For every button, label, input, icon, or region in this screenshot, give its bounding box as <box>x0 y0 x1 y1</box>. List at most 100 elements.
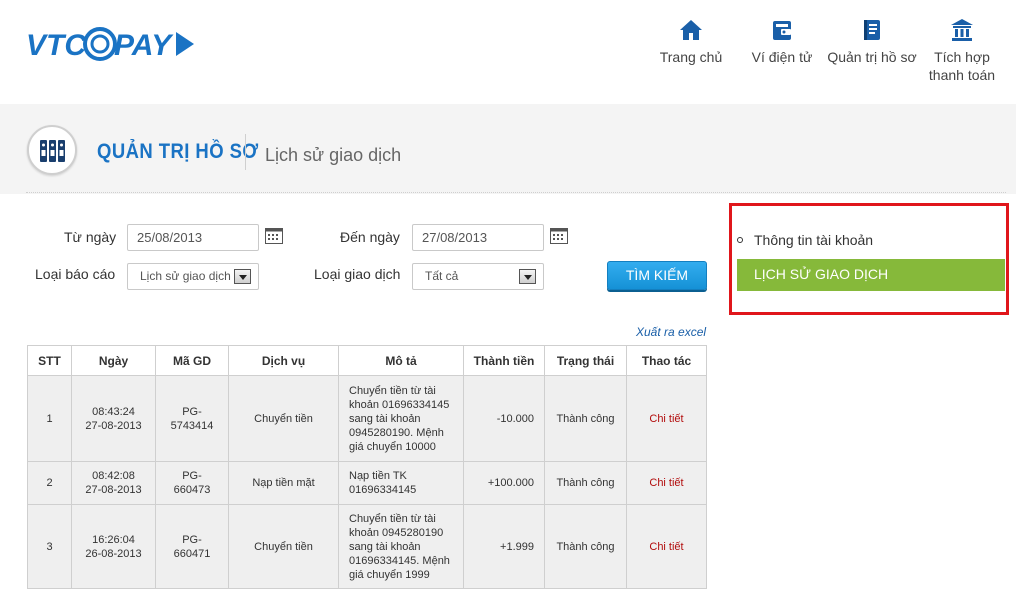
report-type-value: Lịch sử giao dịch <box>140 269 231 283</box>
nav-home[interactable]: Trang chủ <box>655 18 727 66</box>
cell-status: Thành công <box>544 461 627 505</box>
report-type-label: Loại báo cáo <box>35 266 116 282</box>
side-item-account-info[interactable]: Thông tin tài khoản <box>737 231 1007 251</box>
cell-day: 27-08-2013 <box>85 484 142 496</box>
col-header-amount: Thành tiền <box>463 345 545 376</box>
desc-line: 01696334145. Mệnh <box>349 554 450 567</box>
nav-integration[interactable]: Tích hợp thanh toán <box>923 18 1001 84</box>
cell-date: 08:43:24 27-08-2013 <box>71 375 156 462</box>
detail-link[interactable]: Chi tiết <box>626 375 707 462</box>
cell-amount: +1.999 <box>463 504 545 589</box>
desc-line: sang tài khoản <box>349 412 421 425</box>
desc-line: 01696334145 <box>349 484 417 496</box>
svg-text:VTC: VTC <box>26 29 87 62</box>
col-header-desc: Mô tả <box>338 345 464 376</box>
side-item-transaction-history[interactable]: LỊCH SỬ GIAO DỊCH <box>737 259 1005 291</box>
desc-line: giá chuyển 1999 <box>349 568 430 581</box>
bullet-icon <box>737 237 743 243</box>
binders-icon <box>40 140 65 162</box>
title-separator <box>245 134 246 170</box>
dotted-divider <box>26 192 1006 193</box>
cell-code-1: PG- <box>182 405 202 418</box>
cell-status: Thành công <box>544 504 627 589</box>
desc-line: sang tài khoản <box>349 540 421 553</box>
col-header-code: Mã GD <box>155 345 229 376</box>
desc-line: Nạp tiền TK <box>349 470 407 482</box>
from-date-input[interactable]: 25/08/2013 <box>127 224 259 251</box>
nav-profile[interactable]: Quản trị hồ sơ <box>823 18 921 66</box>
search-button[interactable]: TÌM KIẾM <box>607 261 707 290</box>
bank-icon <box>951 19 973 41</box>
calendar-icon[interactable] <box>265 227 283 244</box>
cell-date: 16:26:04 26-08-2013 <box>71 504 156 589</box>
chevron-down-icon[interactable] <box>234 269 251 284</box>
cell-service: Nạp tiền mặt <box>228 461 339 505</box>
wallet-icon <box>773 21 791 40</box>
cell-code-1: PG- <box>182 533 202 546</box>
svg-text:PAY: PAY <box>114 29 174 62</box>
table-header-row: STT Ngày Mã GD Dịch vụ Mô tả Thành tiền … <box>27 345 707 376</box>
cell-time: 08:42:08 <box>92 470 135 482</box>
cell-code: PG- 660473 <box>155 461 229 505</box>
cell-service: Chuyển tiền <box>228 375 339 462</box>
page-subtitle: Lịch sử giao dịch <box>265 145 402 165</box>
desc-line: Chuyển tiền từ tài <box>349 384 436 397</box>
cell-day: 26-08-2013 <box>85 547 142 560</box>
page-title: QUẢN TRỊ HỒ SƠ <box>97 140 259 163</box>
cell-code-1: PG- <box>182 470 202 482</box>
to-date-input[interactable]: 27/08/2013 <box>412 224 544 251</box>
cell-time: 08:43:24 <box>92 405 135 418</box>
cell-service: Chuyển tiền <box>228 504 339 589</box>
chevron-down-icon[interactable] <box>519 269 536 284</box>
cell-time: 16:26:04 <box>92 533 135 546</box>
export-excel-link[interactable]: Xuất ra excel <box>636 325 706 339</box>
profile-book-icon <box>864 20 880 40</box>
cell-status: Thành công <box>544 375 627 462</box>
cell-amount: -10.000 <box>463 375 545 462</box>
table-row: 2 08:42:08 27-08-2013 PG- 660473 Nạp tiề… <box>27 461 707 505</box>
tx-type-label: Loại giao dịch <box>314 266 401 282</box>
header: VTC PAY Trang chủ Ví điện tử Quản trị hồ… <box>0 0 1016 104</box>
detail-link[interactable]: Chi tiết <box>626 461 707 505</box>
nav-wallet[interactable]: Ví điện tử <box>748 18 816 66</box>
col-header-status: Trạng thái <box>544 345 627 376</box>
cell-code-2: 660471 <box>173 547 211 560</box>
cell-amount: +100.000 <box>463 461 545 505</box>
cell-stt: 1 <box>27 375 72 462</box>
desc-line: khoản 0945280190 <box>349 526 444 539</box>
cell-desc: Chuyển tiền từ tài khoản 0945280190 sang… <box>338 504 464 589</box>
col-header-stt: STT <box>27 345 72 376</box>
nav-integration-label-2: thanh toán <box>928 67 996 83</box>
cell-desc: Nạp tiền TK 01696334145 <box>338 461 464 505</box>
cell-desc: Chuyển tiền từ tài khoản 01696334145 san… <box>338 375 464 462</box>
cell-stt: 2 <box>27 461 72 505</box>
to-date-label: Đến ngày <box>340 229 400 245</box>
calendar-icon[interactable] <box>550 227 568 244</box>
col-header-action: Thao tác <box>626 345 707 376</box>
nav-home-label: Trang chủ <box>659 49 723 65</box>
tx-type-value: Tất cả <box>425 269 459 283</box>
title-bar: QUẢN TRỊ HỒ SƠ Lịch sử giao dịch <box>0 104 1016 194</box>
vtcpay-logo[interactable]: VTC PAY <box>26 22 196 66</box>
cell-code-2: 5743414 <box>170 419 214 432</box>
from-date-label: Từ ngày <box>64 229 117 245</box>
nav-profile-label: Quản trị hồ sơ <box>827 49 917 65</box>
table-row: 1 08:43:24 27-08-2013 PG- 5743414 Chuyển… <box>27 375 707 462</box>
col-header-service: Dịch vụ <box>228 345 339 376</box>
home-icon <box>680 20 702 40</box>
title-icon-circle <box>27 125 77 175</box>
detail-link[interactable]: Chi tiết <box>626 504 707 589</box>
side-item-account-info-label: Thông tin tài khoản <box>754 232 874 248</box>
nav-wallet-label: Ví điện tử <box>751 49 813 65</box>
desc-line: khoản 01696334145 <box>349 398 450 411</box>
cell-day: 27-08-2013 <box>85 419 142 432</box>
cell-date: 08:42:08 27-08-2013 <box>71 461 156 505</box>
cell-code-2: 660473 <box>173 484 211 496</box>
nav-integration-label-1: Tích hợp <box>934 49 990 65</box>
cell-code: PG- 5743414 <box>155 375 229 462</box>
report-type-select[interactable]: Lịch sử giao dịch <box>127 263 259 290</box>
desc-line: 0945280190. Mệnh <box>349 426 444 439</box>
table-row: 3 16:26:04 26-08-2013 PG- 660471 Chuyển … <box>27 504 707 589</box>
tx-type-select[interactable]: Tất cả <box>412 263 544 290</box>
transaction-table: STT Ngày Mã GD Dịch vụ Mô tả Thành tiền … <box>27 345 707 589</box>
